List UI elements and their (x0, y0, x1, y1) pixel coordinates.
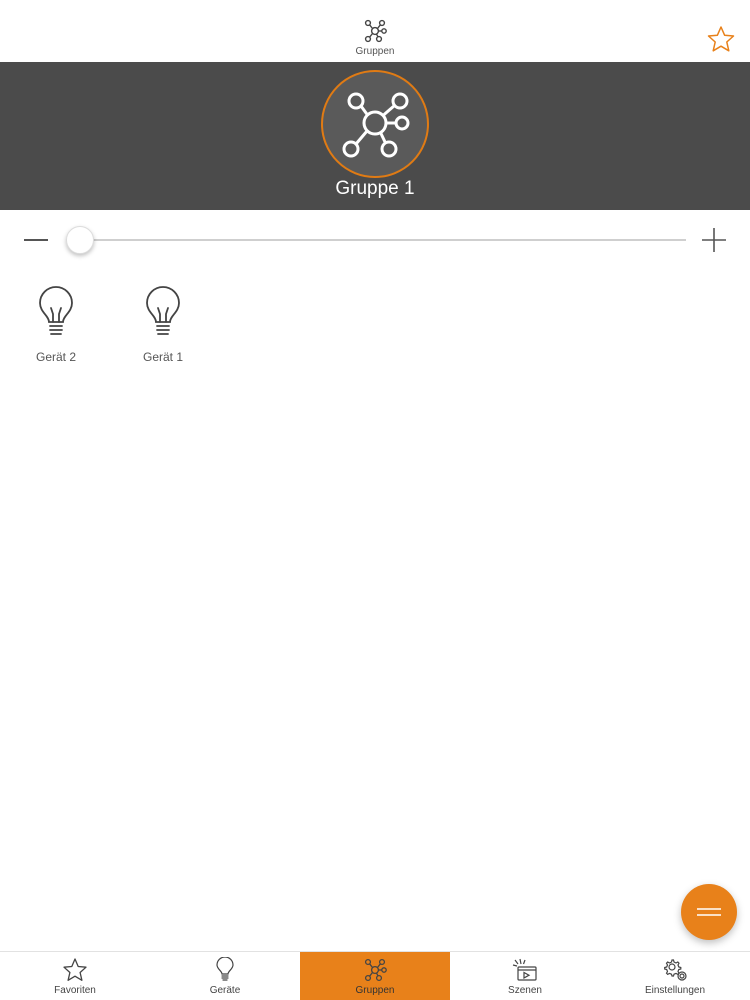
device-label: Gerät 2 (35, 350, 77, 364)
tab-gruppen[interactable]: Gruppen (300, 952, 450, 1000)
tab-label: Einstellungen (644, 985, 706, 996)
tab-favoriten[interactable]: Favoriten (0, 952, 150, 1000)
menu-fab-button[interactable] (681, 884, 737, 940)
network-icon (342, 92, 410, 158)
network-icon (364, 958, 387, 982)
group-avatar[interactable] (321, 70, 429, 178)
tab-einstellungen[interactable]: Einstellungen (600, 952, 750, 1000)
network-icon (364, 19, 387, 43)
device-label: Gerät 1 (142, 350, 184, 364)
bottom-tab-bar: Favoriten Geräte Gruppen Szenen Einstell… (0, 951, 750, 1000)
gear-icon (664, 959, 687, 981)
top-nav-title: Gruppen (340, 18, 410, 57)
slider-thumb[interactable] (66, 226, 95, 254)
tab-label: Szenen (508, 985, 542, 996)
group-header: Gruppe 1 (0, 62, 750, 210)
tab-label: Favoriten (54, 985, 96, 996)
tab-geraete[interactable]: Geräte (150, 952, 300, 1000)
tab-label: Geräte (209, 985, 241, 996)
bulb-icon (216, 957, 234, 981)
dimmer-slider[interactable] (0, 218, 750, 262)
top-nav: Gruppen (0, 0, 750, 62)
favorite-button[interactable] (706, 24, 736, 54)
device-item[interactable]: Gerät 1 (123, 286, 203, 364)
increase-button[interactable] (700, 226, 728, 254)
minus-icon (24, 239, 48, 241)
bulb-icon (146, 286, 180, 335)
star-icon (63, 958, 87, 981)
tab-label: Gruppen (355, 985, 395, 996)
top-nav-title-label: Gruppen (355, 46, 395, 57)
tab-szenen[interactable]: Szenen (450, 952, 600, 1000)
bulb-icon (39, 286, 73, 335)
decrease-button[interactable] (22, 228, 50, 252)
group-title: Gruppe 1 (335, 178, 415, 199)
app-screen: Gruppen Gruppe 1 Gerät 2 Gerät 1 Favorit… (0, 0, 750, 1000)
scene-icon (512, 958, 537, 981)
device-item[interactable]: Gerät 2 (16, 286, 96, 364)
star-outline-icon (707, 26, 735, 52)
slider-track[interactable] (66, 239, 686, 241)
menu-icon (697, 908, 721, 916)
plus-icon (702, 228, 726, 252)
